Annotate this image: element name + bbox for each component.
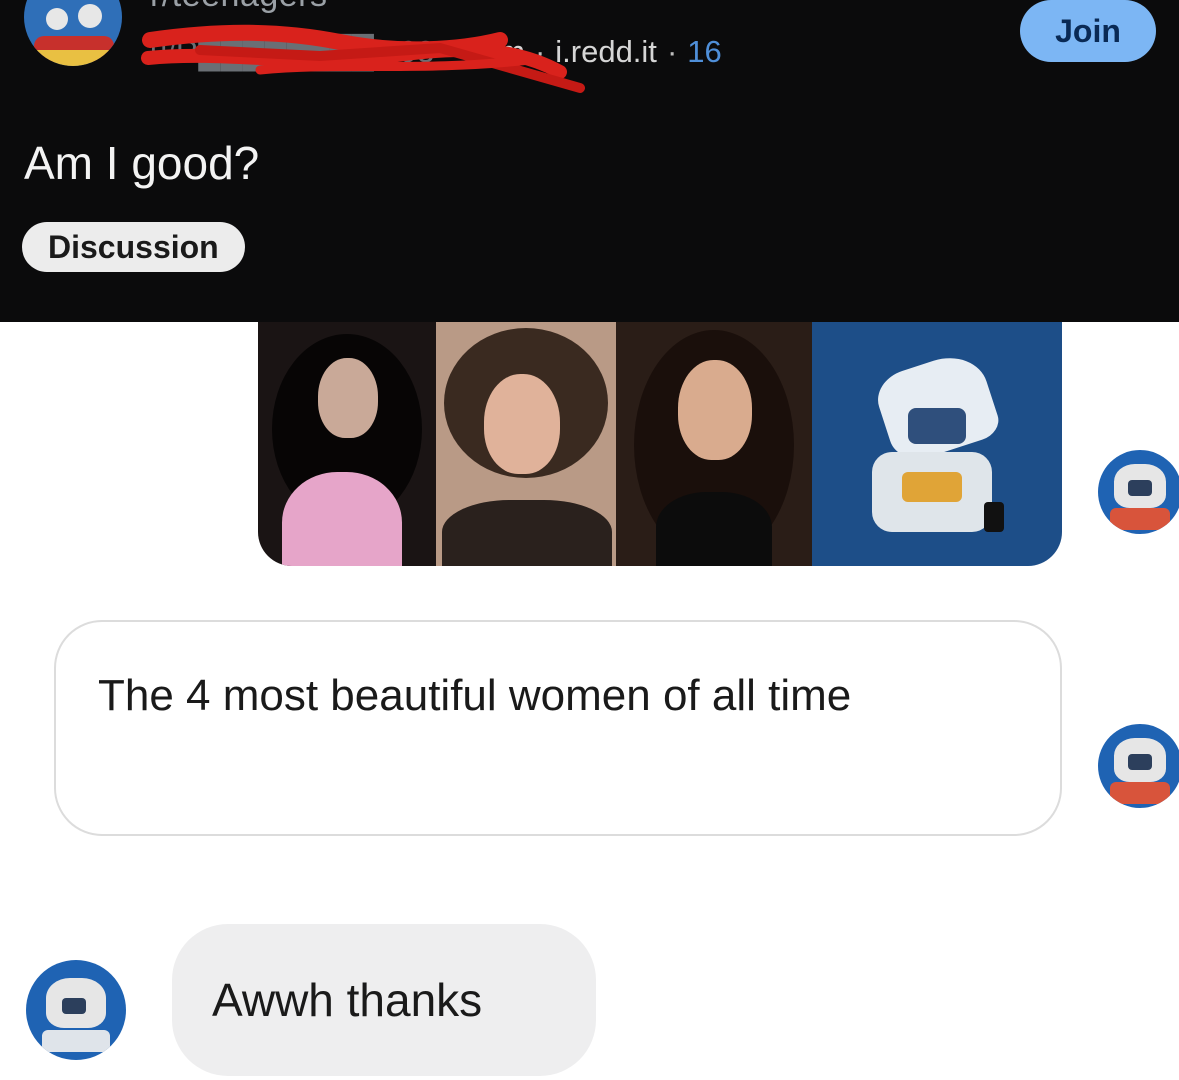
shared-image-strip[interactable] (258, 322, 1062, 566)
community-avatar[interactable] (24, 0, 122, 66)
post-title[interactable]: Am I good? (24, 136, 259, 190)
photo-1 (258, 322, 436, 566)
photo-3 (616, 322, 812, 566)
post-header: r/teenagers u/R████████t593·10m·i.redd.i… (0, 0, 1179, 322)
sent-message-bubble[interactable]: The 4 most beautiful women of all time (54, 620, 1062, 836)
join-button[interactable]: Join (1020, 0, 1156, 62)
sender-avatar[interactable] (1098, 450, 1179, 534)
photo-4-robot (812, 322, 1062, 566)
post-count: 16 (687, 34, 722, 69)
received-message-bubble[interactable]: Awwh thanks (172, 924, 596, 1076)
photo-2 (436, 322, 616, 566)
redaction-scribble (141, 24, 585, 93)
receiver-avatar[interactable] (26, 960, 126, 1060)
flair-badge[interactable]: Discussion (22, 222, 245, 272)
sender-avatar-2[interactable] (1098, 724, 1179, 808)
